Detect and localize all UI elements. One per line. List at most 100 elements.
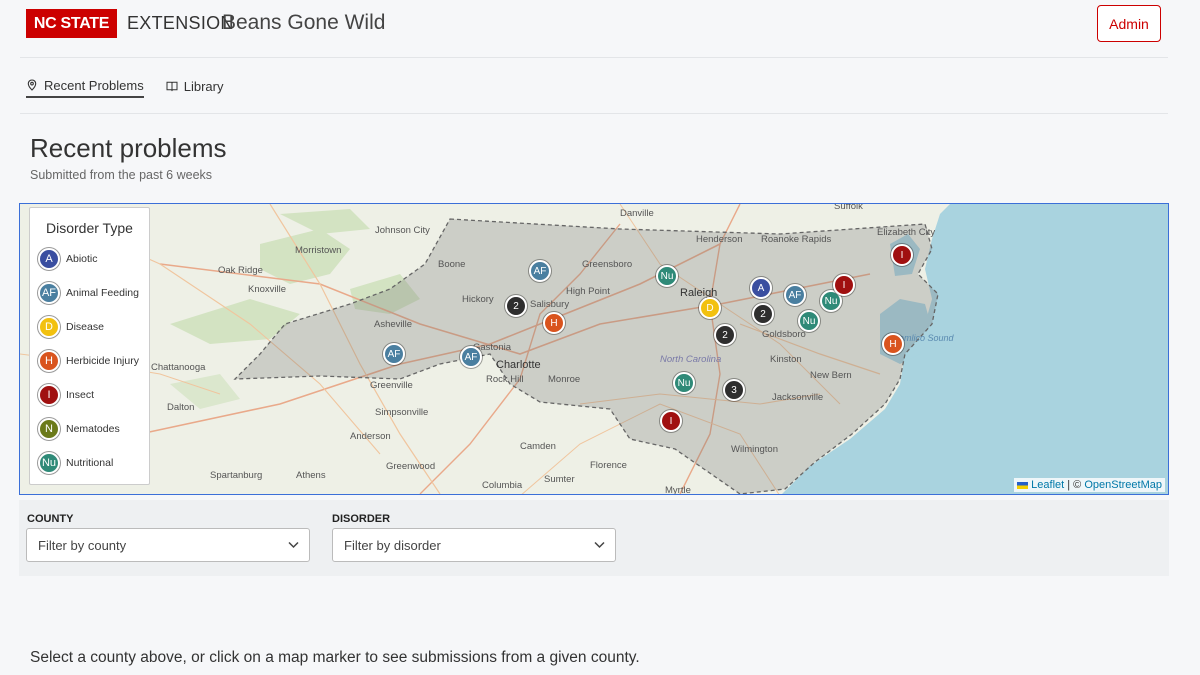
ukraine-flag-icon xyxy=(1017,481,1029,489)
map-label: Charlotte xyxy=(496,359,541,371)
legend-item-disease: D Disease xyxy=(38,316,104,338)
map-label: Elizabeth City xyxy=(877,227,936,238)
map-marker-insect[interactable]: I xyxy=(833,274,855,296)
map-label: Florence xyxy=(590,460,627,471)
nc-state-logo[interactable]: NC STATE xyxy=(26,9,117,38)
extension-label: EXTENSION xyxy=(127,13,234,33)
tab-recent-problems[interactable]: Recent Problems xyxy=(26,74,144,98)
attribution-separator: | © xyxy=(1064,479,1085,491)
map-label: Greenville xyxy=(370,380,413,391)
tab-library[interactable]: Library xyxy=(166,74,224,98)
disorder-select[interactable]: Filter by disorder xyxy=(332,528,616,562)
legend-item-nematodes: N Nematodes xyxy=(38,418,120,440)
chevron-down-icon xyxy=(288,541,299,549)
animal-feeding-icon: AF xyxy=(38,282,60,304)
map-legend: Disorder Type A Abiotic AF Animal Feedin… xyxy=(29,207,150,485)
map-marker-herbicide[interactable]: H xyxy=(882,333,904,355)
map-label: Henderson xyxy=(696,234,743,245)
map-label: High Point xyxy=(566,286,610,297)
tab-label: Recent Problems xyxy=(44,77,144,93)
map-label: Knoxville xyxy=(248,284,287,295)
map-marker-animal-feeding[interactable]: AF xyxy=(460,346,482,368)
legend-label: Animal Feeding xyxy=(66,287,139,299)
legend-title: Disorder Type xyxy=(46,220,133,236)
admin-button[interactable]: Admin xyxy=(1097,5,1161,42)
map-label: Boone xyxy=(438,259,466,270)
nematodes-icon: N xyxy=(38,418,60,440)
map-marker-animal-feeding[interactable]: AF xyxy=(383,343,405,365)
map-label: Goldsboro xyxy=(762,329,806,340)
tabs-divider xyxy=(20,113,1168,114)
map-label: Monroe xyxy=(548,374,581,385)
leaflet-link[interactable]: Leaflet xyxy=(1031,479,1064,491)
map-label: Greensboro xyxy=(582,259,633,270)
openstreetmap-link[interactable]: OpenStreetMap xyxy=(1084,479,1162,491)
header-divider xyxy=(20,57,1168,58)
tab-label: Library xyxy=(183,78,224,94)
map-marker-nutritional[interactable]: Nu xyxy=(673,372,695,394)
map-label: Asheville xyxy=(374,319,413,330)
app-title[interactable]: Beans Gone Wild xyxy=(222,11,385,35)
map-label: Oak Ridge xyxy=(218,265,263,276)
disease-icon: D xyxy=(38,316,60,338)
legend-label: Abiotic xyxy=(66,253,98,265)
map-marker-insect[interactable]: I xyxy=(891,244,913,266)
map-marker-nutritional[interactable]: Nu xyxy=(656,265,678,287)
map-label: Chattanooga xyxy=(151,362,206,373)
abiotic-icon: A xyxy=(38,248,60,270)
herbicide-injury-icon: H xyxy=(38,350,60,372)
map-marker-disease[interactable]: D xyxy=(699,297,721,319)
county-select-placeholder: Filter by county xyxy=(38,537,127,553)
map-label: Myrtle xyxy=(665,485,691,495)
map-attribution: Leaflet | © OpenStreetMap xyxy=(1014,478,1165,492)
disorder-filter-label: DISORDER xyxy=(332,513,391,525)
legend-item-nutritional: Nu Nutritional xyxy=(38,452,113,474)
map-label: Danville xyxy=(620,208,654,219)
map-label: Suffolk xyxy=(834,203,863,212)
map-label: Greenwood xyxy=(386,461,436,472)
map-pin-icon xyxy=(27,79,37,91)
insect-icon: I xyxy=(38,384,60,406)
legend-label: Disease xyxy=(66,321,104,333)
map-marker-cluster[interactable]: 2 xyxy=(505,295,527,317)
map-marker-cluster[interactable]: 3 xyxy=(723,379,745,401)
map-label: Sumter xyxy=(544,474,575,485)
nutritional-icon: Nu xyxy=(38,452,60,474)
map-label: Salisbury xyxy=(530,299,570,310)
map-label: Rock Hill xyxy=(486,374,524,385)
map-marker-cluster[interactable]: 2 xyxy=(714,324,736,346)
map-marker-nutritional[interactable]: Nu xyxy=(798,310,820,332)
map-label: Dalton xyxy=(167,402,195,413)
page-subtitle: Submitted from the past 6 weeks xyxy=(30,168,213,182)
map-label: Hickory xyxy=(462,294,494,305)
map-label: Jacksonville xyxy=(772,392,824,403)
map-label: Johnson City xyxy=(375,225,430,236)
map-marker-insect[interactable]: I xyxy=(660,410,682,432)
county-filter-label: COUNTY xyxy=(27,513,74,525)
map-marker-animal-feeding[interactable]: AF xyxy=(529,260,551,282)
map-label: Wilmington xyxy=(731,444,778,455)
legend-item-insect: I Insect xyxy=(38,384,94,406)
map-label: Roanoke Rapids xyxy=(761,234,832,245)
map-label: Spartanburg xyxy=(210,470,263,481)
nav-tabs: Recent Problems Library xyxy=(26,74,223,100)
legend-item-animal-feeding: AF Animal Feeding xyxy=(38,282,139,304)
map-basemap xyxy=(20,204,1168,494)
map-label: Kinston xyxy=(770,354,802,365)
map-label: Morristown xyxy=(295,245,342,256)
map-label: Athens xyxy=(296,470,326,481)
map-label: Camden xyxy=(520,441,556,452)
problems-map[interactable]: Danville Suffolk Johnson City Morristown… xyxy=(19,203,1169,495)
legend-label: Herbicide Injury xyxy=(66,355,139,367)
map-label: New Bern xyxy=(810,370,852,381)
map-marker-animal-feeding[interactable]: AF xyxy=(784,284,806,306)
county-select[interactable]: Filter by county xyxy=(26,528,310,562)
book-icon xyxy=(166,81,178,92)
page-title: Recent problems xyxy=(30,133,227,163)
map-marker-cluster[interactable]: 2 xyxy=(752,303,774,325)
filters-panel: COUNTY Filter by county DISORDER Filter … xyxy=(19,500,1169,576)
map-marker-abiotic[interactable]: A xyxy=(750,277,772,299)
map-label: Anderson xyxy=(350,431,391,442)
county-selection-hint: Select a county above, or click on a map… xyxy=(30,649,640,666)
map-marker-herbicide[interactable]: H xyxy=(543,312,565,334)
